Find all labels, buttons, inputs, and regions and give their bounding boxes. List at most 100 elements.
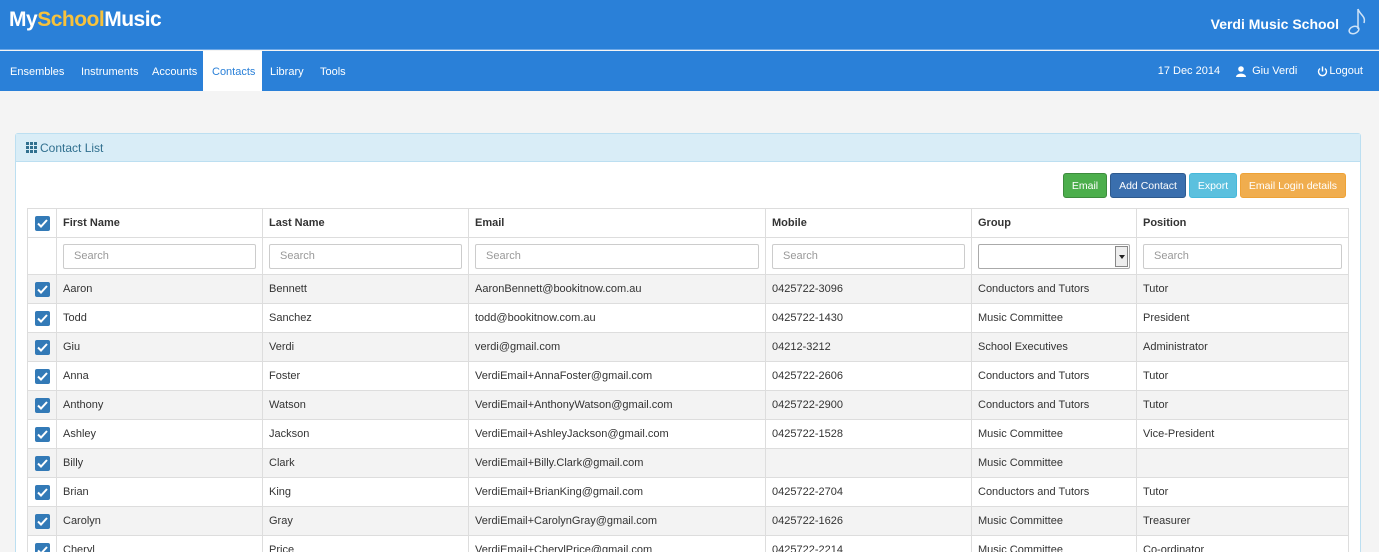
cell-mobile: 0425722-2214 bbox=[765, 535, 972, 552]
cell-mobile: 0425722-2606 bbox=[765, 361, 972, 391]
cell-first-name: Todd bbox=[56, 303, 263, 333]
nav-tools[interactable]: Tools bbox=[320, 51, 350, 91]
grid-icon bbox=[26, 142, 37, 153]
cell-position: President bbox=[1136, 303, 1349, 333]
group-filter-select[interactable] bbox=[978, 243, 1130, 269]
cell-email: AaronBennett@bookitnow.com.au bbox=[468, 274, 766, 304]
row-checkbox[interactable] bbox=[34, 513, 50, 529]
select-all-cell bbox=[27, 208, 57, 238]
logo-music: Music bbox=[104, 8, 162, 31]
cell-first-name: Carolyn bbox=[56, 506, 263, 536]
cell-last-name: Sanchez bbox=[262, 303, 469, 333]
nav-instruments[interactable]: Instruments bbox=[81, 51, 138, 91]
row-checkbox[interactable] bbox=[34, 281, 50, 297]
row-checkbox[interactable] bbox=[34, 484, 50, 500]
cell-group: Music Committee bbox=[971, 535, 1137, 552]
table-row[interactable]: Carolyn Gray VerdiEmail+CarolynGray@gmail.… bbox=[27, 506, 1349, 536]
row-checkbox[interactable] bbox=[34, 455, 50, 471]
row-select-cell bbox=[27, 361, 57, 391]
cell-position bbox=[1136, 448, 1349, 478]
cell-position: Tutor bbox=[1136, 477, 1349, 507]
table-row[interactable]: Billy Clark VerdiEmail+Billy.Clark@gmail.c… bbox=[27, 448, 1349, 478]
cell-email: verdi@gmail.com bbox=[468, 332, 766, 362]
row-checkbox[interactable] bbox=[34, 339, 50, 355]
user-icon bbox=[1236, 65, 1247, 77]
panel-title: Contact List bbox=[40, 141, 104, 155]
cell-position: Vice-President bbox=[1136, 419, 1349, 449]
cell-group: Conductors and Tutors bbox=[971, 361, 1137, 391]
table-row[interactable]: Todd Sanchez todd@bookitnow.com.au 0425722-… bbox=[27, 303, 1349, 333]
cell-mobile: 0425722-2900 bbox=[765, 390, 972, 420]
table-row[interactable]: Anna Foster VerdiEmail+AnnaFoster@gmail.co… bbox=[27, 361, 1349, 391]
row-checkbox[interactable] bbox=[34, 426, 50, 442]
cell-email: todd@bookitnow.com.au bbox=[468, 303, 766, 333]
first-name-search-input[interactable] bbox=[63, 243, 256, 269]
email-login-details-button[interactable]: Email Login details bbox=[1240, 173, 1346, 198]
export-button[interactable]: Export bbox=[1189, 173, 1237, 198]
row-select-cell bbox=[27, 390, 57, 420]
app-logo[interactable]: MySchoolMusic bbox=[9, 8, 162, 32]
contacts-table-body: Aaron Bennett AaronBennett@bookitnow.com.a… bbox=[27, 274, 1349, 552]
logout-link[interactable]: Logout bbox=[1329, 50, 1363, 92]
column-header-email[interactable]: Email bbox=[468, 208, 766, 238]
email-search-input[interactable] bbox=[475, 243, 759, 269]
row-select-cell bbox=[27, 332, 57, 362]
column-header-last-name[interactable]: Last Name bbox=[262, 208, 469, 238]
cell-first-name: Billy bbox=[56, 448, 263, 478]
cell-email: VerdiEmail+AnnaFoster@gmail.com bbox=[468, 361, 766, 391]
power-icon[interactable] bbox=[1317, 66, 1328, 77]
cell-group: Music Committee bbox=[971, 303, 1137, 333]
row-checkbox[interactable] bbox=[34, 368, 50, 384]
select-all-checkbox[interactable] bbox=[34, 215, 50, 231]
row-checkbox[interactable] bbox=[34, 310, 50, 326]
cell-group: Music Committee bbox=[971, 419, 1137, 449]
position-search-input[interactable] bbox=[1143, 243, 1342, 269]
cell-mobile: 0425722-2704 bbox=[765, 477, 972, 507]
email-button[interactable]: Email bbox=[1063, 173, 1107, 198]
cell-group: Music Committee bbox=[971, 448, 1137, 478]
cell-mobile bbox=[765, 448, 972, 478]
table-row[interactable]: Brian King VerdiEmail+BrianKing@gmail.com 0… bbox=[27, 477, 1349, 507]
row-checkbox[interactable] bbox=[34, 542, 50, 552]
cell-email: VerdiEmail+AnthonyWatson@gmail.com bbox=[468, 390, 766, 420]
cell-last-name: King bbox=[262, 477, 469, 507]
nav-contacts[interactable]: Contacts bbox=[203, 51, 262, 91]
cell-group: Conductors and Tutors bbox=[971, 390, 1137, 420]
panel-heading: Contact List bbox=[16, 134, 1360, 162]
add-contact-button[interactable]: Add Contact bbox=[1110, 173, 1186, 198]
table-row[interactable]: Aaron Bennett AaronBennett@bookitnow.com.a… bbox=[27, 274, 1349, 304]
cell-position: Tutor bbox=[1136, 274, 1349, 304]
nav-library[interactable]: Library bbox=[270, 51, 306, 91]
table-row[interactable]: Ashley Jackson VerdiEmail+AshleyJackson@gm… bbox=[27, 419, 1349, 449]
last-name-search-input[interactable] bbox=[269, 243, 462, 269]
main-nav: Ensembles Instruments Accounts Contacts … bbox=[0, 51, 1379, 91]
dropdown-arrow-icon[interactable] bbox=[1115, 245, 1128, 267]
cell-email: VerdiEmail+AshleyJackson@gmail.com bbox=[468, 419, 766, 449]
column-header-position[interactable]: Position bbox=[1136, 208, 1349, 238]
mobile-search-input[interactable] bbox=[772, 243, 965, 269]
column-header-first-name[interactable]: First Name bbox=[56, 208, 263, 238]
cell-last-name: Foster bbox=[262, 361, 469, 391]
cell-last-name: Bennett bbox=[262, 274, 469, 304]
cell-last-name: Watson bbox=[262, 390, 469, 420]
cell-group: School Executives bbox=[971, 332, 1137, 362]
cell-email: VerdiEmail+CarolynGray@gmail.com bbox=[468, 506, 766, 536]
logo-school: School bbox=[37, 8, 105, 31]
row-checkbox[interactable] bbox=[34, 397, 50, 413]
table-row[interactable]: Anthony Watson VerdiEmail+AnthonyWatson@gm… bbox=[27, 390, 1349, 420]
nav-ensembles[interactable]: Ensembles bbox=[10, 51, 65, 91]
row-select-cell bbox=[27, 506, 57, 536]
cell-mobile: 0425722-1528 bbox=[765, 419, 972, 449]
row-select-cell bbox=[27, 303, 57, 333]
cell-position: Tutor bbox=[1136, 361, 1349, 391]
table-row[interactable]: Giu Verdi verdi@gmail.com 04212-3212 School … bbox=[27, 332, 1349, 362]
cell-group: Conductors and Tutors bbox=[971, 274, 1137, 304]
row-select-cell bbox=[27, 274, 57, 304]
user-name[interactable]: Giu Verdi bbox=[1252, 50, 1297, 92]
table-row[interactable]: Cheryl Price VerdiEmail+CherylPrice@gmail.… bbox=[27, 535, 1349, 552]
column-header-group[interactable]: Group bbox=[971, 208, 1137, 238]
column-header-mobile[interactable]: Mobile bbox=[765, 208, 972, 238]
cell-position: Treasurer bbox=[1136, 506, 1349, 536]
cell-last-name: Clark bbox=[262, 448, 469, 478]
nav-accounts[interactable]: Accounts bbox=[152, 51, 197, 91]
